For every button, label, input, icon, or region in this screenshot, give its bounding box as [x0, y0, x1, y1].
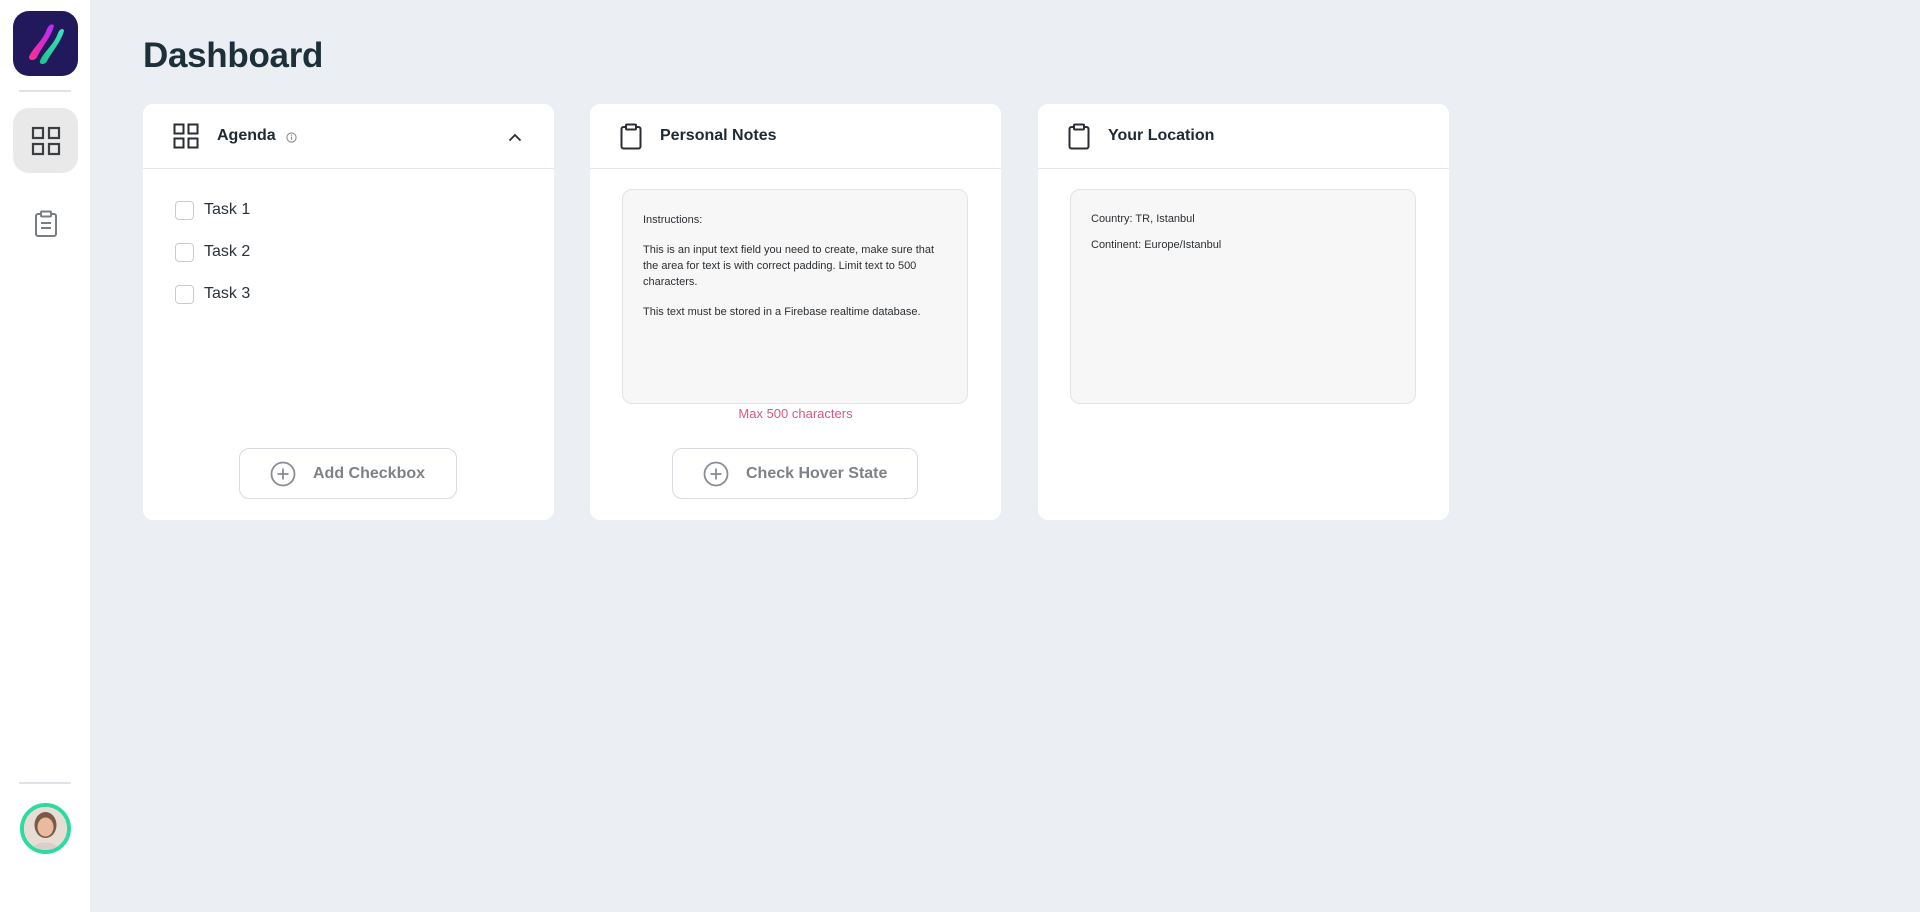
char-limit-warning: Max 500 characters — [738, 406, 853, 421]
location-box: Country: TR, Istanbul Continent: Europe/… — [1070, 189, 1416, 404]
list-item[interactable]: Task 2 — [175, 231, 554, 273]
task-checkbox[interactable] — [175, 284, 194, 304]
continent-text: Continent: Europe/Istanbul — [1091, 239, 1222, 251]
avatar[interactable] — [20, 803, 71, 854]
app-logo[interactable] — [13, 11, 78, 76]
notes-title: Personal Notes — [660, 127, 777, 144]
notes-card: Personal Notes Instructions: This is an … — [590, 104, 1001, 520]
check-hover-state-button[interactable]: Check Hover State — [672, 448, 918, 499]
collapse-button[interactable] — [504, 126, 526, 148]
sidebar-divider-top — [19, 90, 71, 92]
page-title: Dashboard — [143, 36, 324, 75]
task-label: Task 1 — [204, 201, 251, 218]
task-list: Task 1 Task 2 Task 3 — [143, 169, 554, 315]
sidebar-divider-bottom — [19, 782, 71, 784]
notes-textarea[interactable]: Instructions: This is an input text fiel… — [622, 189, 968, 404]
country-text: Country: TR, Istanbul — [1091, 213, 1195, 225]
sidebar-item-dashboard[interactable] — [13, 108, 78, 173]
sidebar — [0, 0, 90, 912]
user-photo — [24, 807, 67, 850]
grid-icon — [173, 123, 199, 149]
notes-header: Personal Notes — [590, 104, 1001, 169]
chevron-up-icon — [508, 133, 522, 141]
add-checkbox-label: Add Checkbox — [313, 464, 426, 482]
clipboard-icon — [1068, 123, 1090, 149]
notes-line: Instructions: — [643, 214, 703, 226]
plus-circle-icon — [703, 461, 729, 486]
plus-circle-icon — [270, 461, 296, 486]
grid-icon — [31, 126, 60, 155]
location-header: Your Location — [1038, 104, 1449, 169]
notes-line: This is an input text field you need to … — [643, 244, 935, 288]
logo-icon — [29, 24, 64, 64]
agenda-header: Agenda — [143, 104, 554, 169]
clipboard-icon — [34, 210, 57, 237]
sidebar-item-notes[interactable] — [13, 191, 78, 256]
notes-line: This text must be stored in a Firebase r… — [643, 306, 921, 318]
list-item[interactable]: Task 1 — [175, 189, 554, 231]
agenda-title: Agenda — [217, 127, 276, 144]
clipboard-icon — [620, 123, 642, 149]
task-checkbox[interactable] — [175, 242, 194, 262]
check-hover-state-label: Check Hover State — [746, 464, 888, 482]
add-checkbox-button[interactable]: Add Checkbox — [239, 448, 457, 499]
task-label: Task 2 — [204, 243, 251, 260]
location-card: Your Location Country: TR, Istanbul Cont… — [1038, 104, 1449, 520]
info-icon[interactable] — [286, 132, 297, 143]
task-label: Task 3 — [204, 285, 251, 302]
task-checkbox[interactable] — [175, 200, 194, 220]
location-title: Your Location — [1108, 127, 1215, 144]
list-item[interactable]: Task 3 — [175, 273, 554, 315]
agenda-card: Agenda Task 1 Task 2 Task 3 Add Checkbox — [143, 104, 554, 520]
